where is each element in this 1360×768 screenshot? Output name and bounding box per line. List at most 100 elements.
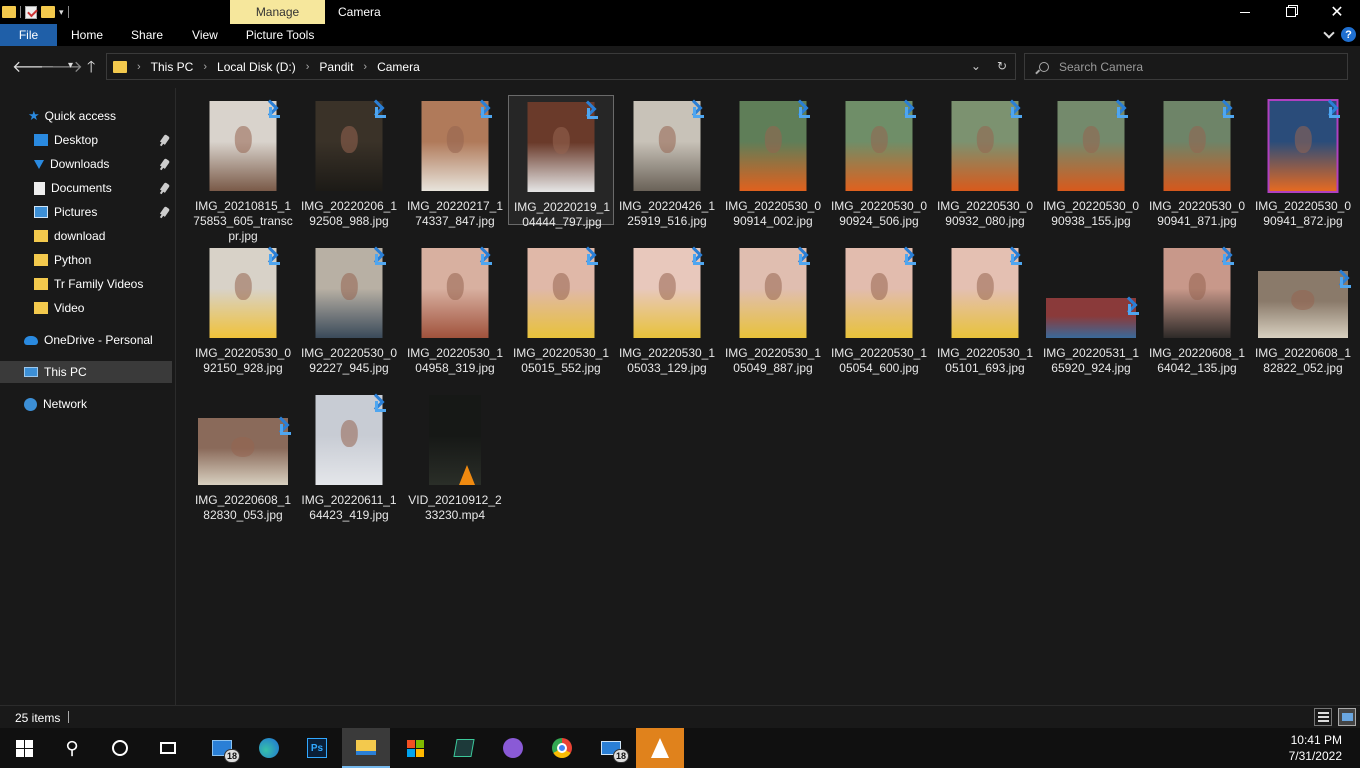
recent-locations-icon[interactable]: ▾ (68, 60, 73, 71)
system-clock[interactable]: 10:41 PM 7/31/2022 (1289, 732, 1342, 764)
file-item[interactable]: IMG_20220530_090941_872.jpg (1250, 95, 1356, 228)
file-item[interactable]: IMG_20220426_125919_516.jpg (614, 95, 720, 228)
clock-time: 10:41 PM (1290, 733, 1342, 747)
sidebar-item-video[interactable]: Video (0, 297, 172, 319)
tab-share[interactable]: Share (117, 24, 177, 46)
file-thumbnail (407, 246, 503, 338)
file-item[interactable]: IMG_20220530_105054_600.jpg (826, 242, 932, 375)
file-item[interactable]: IMG_20220530_092150_928.jpg (190, 242, 296, 375)
taskbar-edge-browser[interactable] (245, 728, 293, 768)
taskbar-mail[interactable]: 18 (587, 728, 635, 768)
file-item[interactable]: IMG_20220530_090932_080.jpg (932, 95, 1038, 228)
maximize-button[interactable] (1268, 0, 1314, 24)
close-button[interactable]: ✕ (1314, 0, 1360, 24)
refresh-icon[interactable]: ↻ (997, 59, 1007, 73)
forward-arrow-icon[interactable]: 🡒 (40, 56, 83, 77)
tab-home[interactable]: Home (57, 24, 117, 46)
file-item[interactable]: IMG_20220530_105033_129.jpg (614, 242, 720, 375)
file-thumbnail (301, 393, 397, 485)
tab-picture-tools[interactable]: Picture Tools (232, 24, 328, 46)
file-item[interactable]: IMG_20220530_090924_506.jpg (826, 95, 932, 228)
file-item[interactable]: IMG_20220608_182822_052.jpg (1250, 242, 1356, 375)
file-item[interactable]: IMG_20220531_165920_924.jpg (1038, 242, 1144, 375)
file-name: IMG_20220530_092227_945.jpg (300, 346, 398, 375)
address-dropdown-icon[interactable]: ⌄ (971, 59, 981, 73)
up-arrow-icon[interactable]: 🡑 (87, 56, 95, 83)
file-item[interactable]: IMG_20210815_175853_605_transcpr.jpg (190, 95, 296, 243)
github-desktop-icon (503, 738, 523, 758)
file-thumbnail (301, 246, 397, 338)
customize-dropdown-icon[interactable]: ▾ (59, 7, 64, 18)
sidebar-item-documents[interactable]: Documents (0, 177, 172, 199)
expand-ribbon-icon[interactable] (1323, 26, 1335, 39)
file-item[interactable]: IMG_20220530_105101_693.jpg (932, 242, 1038, 375)
taskbar-file-explorer[interactable] (342, 728, 390, 768)
sidebar-item-onedrive[interactable]: OneDrive - Personal (0, 329, 172, 351)
sidebar-item-this-pc[interactable]: This PC (0, 361, 172, 383)
taskbar-app-taskbar-18[interactable]: 18 (198, 728, 246, 768)
taskbar-task-view-button[interactable] (144, 728, 192, 768)
file-item[interactable]: IMG_20220608_164042_135.jpg (1144, 242, 1250, 375)
large-icons-view-icon[interactable] (1338, 708, 1356, 726)
taskbar-app-green[interactable] (440, 728, 488, 768)
file-thumbnail (1255, 246, 1351, 338)
taskbar-chrome-browser[interactable] (538, 728, 586, 768)
manage-context-tab[interactable]: Manage (230, 0, 325, 24)
sidebar-item-pictures[interactable]: Pictures (0, 201, 172, 223)
file-thumbnail (1255, 99, 1351, 193)
sidebar-item-download[interactable]: download (0, 225, 172, 247)
file-item[interactable]: IMG_20220611_164423_419.jpg (296, 389, 402, 522)
minimize-button[interactable] (1222, 0, 1268, 24)
properties-icon[interactable] (25, 5, 37, 19)
breadcrumb-camera[interactable]: Camera (377, 60, 420, 74)
new-folder-icon[interactable] (41, 6, 55, 18)
file-item[interactable]: IMG_20220530_090941_871.jpg (1144, 95, 1250, 228)
title-bar: ▾ Manage Camera ✕ (0, 0, 1360, 24)
address-bar[interactable]: › This PC › Local Disk (D:) › Pandit › C… (106, 53, 1016, 80)
sidebar-item-tr-family-videos[interactable]: Tr Family Videos (0, 273, 172, 295)
details-view-icon[interactable] (1314, 708, 1332, 726)
sidebar-item-python[interactable]: Python (0, 249, 172, 271)
taskbar-github-desktop[interactable] (489, 728, 537, 768)
file-item[interactable]: IMG_20220530_105049_887.jpg (720, 242, 826, 375)
taskbar-search-button[interactable]: ⚲ (48, 728, 96, 768)
file-name: IMG_20220206_192508_988.jpg (300, 199, 398, 228)
file-item[interactable]: IMG_20220530_105015_552.jpg (508, 242, 614, 375)
file-item[interactable]: IMG_20220219_104444_797.jpg (508, 95, 614, 229)
sidebar-item-label: This PC (44, 365, 87, 379)
sync-status-icon (687, 101, 704, 118)
taskbar-photoshop[interactable]: Ps (293, 728, 341, 768)
sidebar-item-network[interactable]: Network (0, 393, 172, 415)
file-thumbnail (831, 246, 927, 338)
file-thumbnail (725, 99, 821, 191)
file-item[interactable]: IMG_20220217_174337_847.jpg (402, 95, 508, 228)
file-item[interactable]: IMG_20220530_104958_319.jpg (402, 242, 508, 375)
tab-view[interactable]: View (177, 24, 232, 46)
help-icon[interactable]: ? (1341, 27, 1356, 42)
breadcrumb-this-pc[interactable]: This PC (151, 60, 194, 74)
file-item[interactable]: IMG_20220206_192508_988.jpg (296, 95, 402, 228)
file-thumbnail (513, 100, 609, 192)
file-thumbnail (195, 393, 291, 485)
taskbar-cortana-button[interactable] (96, 728, 144, 768)
sidebar-item-downloads[interactable]: Downloads (0, 153, 172, 175)
breadcrumb-local-disk[interactable]: Local Disk (D:) (217, 60, 296, 74)
taskbar-vlc-player[interactable] (636, 728, 684, 768)
search-box[interactable] (1024, 53, 1348, 80)
file-item[interactable]: IMG_20220530_090914_002.jpg (720, 95, 826, 228)
folder-icon (34, 254, 48, 266)
sidebar-item-label: Video (54, 301, 85, 315)
breadcrumb-pandit[interactable]: Pandit (319, 60, 353, 74)
taskbar-microsoft-store[interactable] (391, 728, 439, 768)
file-item[interactable]: IMG_20220608_182830_053.jpg (190, 389, 296, 522)
notification-badge: 18 (613, 749, 629, 763)
sidebar-item-quick-access[interactable]: ★ Quick access (0, 105, 172, 127)
taskbar-start-button[interactable] (0, 728, 48, 768)
search-input[interactable] (1059, 59, 1319, 74)
tab-file[interactable]: File (0, 24, 57, 46)
file-item[interactable]: IMG_20220530_092227_945.jpg (296, 242, 402, 375)
file-item[interactable]: IMG_20220530_090938_155.jpg (1038, 95, 1144, 228)
document-icon (34, 181, 45, 195)
file-item[interactable]: VID_20210912_233230.mp4 (402, 389, 508, 522)
sidebar-item-desktop[interactable]: Desktop (0, 129, 172, 151)
